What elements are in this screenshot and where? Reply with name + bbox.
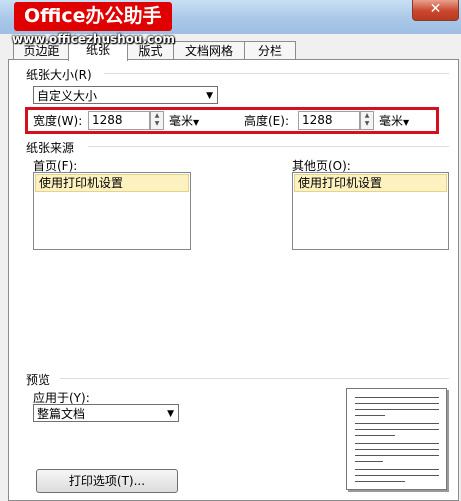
first-page-listbox[interactable]: 使用打印机设置 <box>33 172 191 250</box>
print-options-button[interactable]: 打印选项(T)... <box>36 469 178 493</box>
apply-to-selected: 整篇文档 <box>37 407 86 421</box>
list-item[interactable]: 使用打印机设置 <box>294 174 447 192</box>
paper-size-section-label: 纸张大小(R) <box>26 68 92 82</box>
list-item[interactable]: 使用打印机设置 <box>35 174 189 192</box>
chevron-down-icon: ▼ <box>206 91 213 101</box>
brand-logo: Office办公助手 <box>14 2 172 31</box>
tab-columns[interactable]: 分栏 <box>244 41 296 60</box>
preview-section-label: 预览 <box>26 373 51 387</box>
other-pages-listbox[interactable]: 使用打印机设置 <box>292 172 449 250</box>
paper-source-section-label: 纸张来源 <box>26 141 75 155</box>
page-preview <box>346 388 447 490</box>
chevron-down-icon: ▼ <box>167 409 174 419</box>
section-divider <box>104 73 449 74</box>
paper-size-dropdown[interactable]: 自定义大小 ▼ <box>33 86 218 104</box>
paper-size-selected: 自定义大小 <box>37 89 98 103</box>
close-icon: ✕ <box>429 1 442 17</box>
watermark-text: www.officezhushou.com <box>12 32 175 46</box>
section-divider <box>60 378 449 379</box>
highlight-box <box>25 107 439 134</box>
apply-to-dropdown[interactable]: 整篇文档 ▼ <box>33 404 179 422</box>
section-divider <box>88 146 449 147</box>
close-button[interactable]: ✕ <box>412 0 459 21</box>
tab-document-grid[interactable]: 文档网格 <box>173 41 245 60</box>
